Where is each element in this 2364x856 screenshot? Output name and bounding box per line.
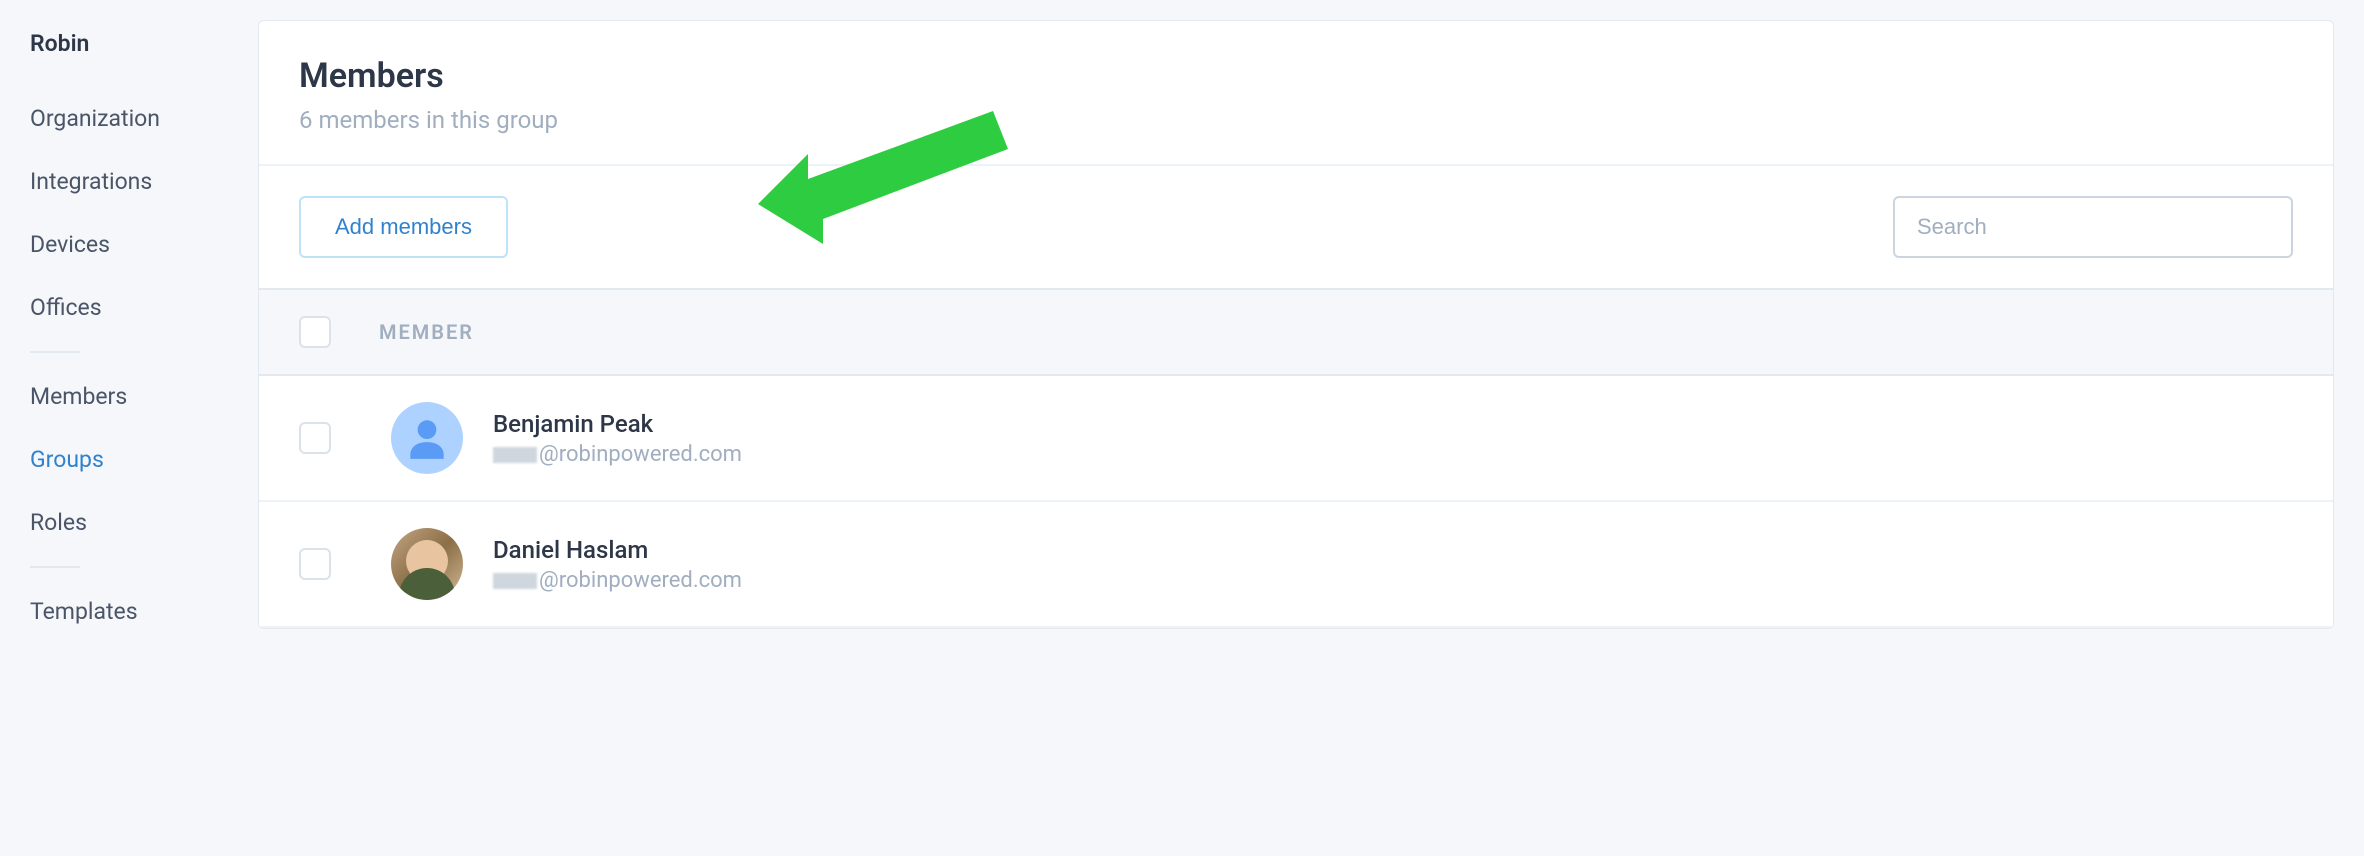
sidebar-item-roles[interactable]: Roles bbox=[30, 491, 258, 554]
column-header-member: MEMBER bbox=[379, 320, 474, 344]
person-icon bbox=[402, 413, 452, 463]
member-info: Daniel Haslam @robinpowered.com bbox=[493, 536, 742, 593]
email-obscured bbox=[493, 447, 537, 463]
member-email: @robinpowered.com bbox=[493, 568, 742, 593]
row-checkbox[interactable] bbox=[299, 422, 331, 454]
page-title: Members bbox=[299, 56, 2293, 96]
sidebar-item-groups[interactable]: Groups bbox=[30, 428, 258, 491]
search-input[interactable] bbox=[1893, 196, 2293, 258]
table-row: Daniel Haslam @robinpowered.com bbox=[259, 502, 2333, 628]
add-members-button[interactable]: Add members bbox=[299, 196, 508, 258]
avatar bbox=[391, 528, 463, 600]
sidebar-item-integrations[interactable]: Integrations bbox=[30, 150, 258, 213]
avatar bbox=[391, 402, 463, 474]
sidebar-item-devices[interactable]: Devices bbox=[30, 213, 258, 276]
sidebar-divider bbox=[30, 351, 80, 353]
sidebar-title: Robin bbox=[30, 30, 258, 57]
table-header: MEMBER bbox=[259, 288, 2333, 376]
select-all-checkbox[interactable] bbox=[299, 316, 331, 348]
member-email: @robinpowered.com bbox=[493, 442, 742, 467]
panel-header: Members 6 members in this group bbox=[259, 21, 2333, 164]
member-info: Benjamin Peak @robinpowered.com bbox=[493, 410, 742, 467]
email-obscured bbox=[493, 573, 537, 589]
page-subtitle: 6 members in this group bbox=[299, 106, 2293, 134]
member-name: Benjamin Peak bbox=[493, 410, 742, 438]
toolbar: Add members bbox=[259, 164, 2333, 288]
main-content: Members 6 members in this group Add memb… bbox=[258, 0, 2364, 856]
members-panel: Members 6 members in this group Add memb… bbox=[258, 20, 2334, 629]
sidebar: Robin Organization Integrations Devices … bbox=[0, 0, 258, 856]
sidebar-item-organization[interactable]: Organization bbox=[30, 87, 258, 150]
sidebar-item-templates[interactable]: Templates bbox=[30, 580, 258, 643]
sidebar-divider bbox=[30, 566, 80, 568]
table-row: Benjamin Peak @robinpowered.com bbox=[259, 376, 2333, 502]
member-name: Daniel Haslam bbox=[493, 536, 742, 564]
row-checkbox[interactable] bbox=[299, 548, 331, 580]
sidebar-item-offices[interactable]: Offices bbox=[30, 276, 258, 339]
sidebar-item-members[interactable]: Members bbox=[30, 365, 258, 428]
